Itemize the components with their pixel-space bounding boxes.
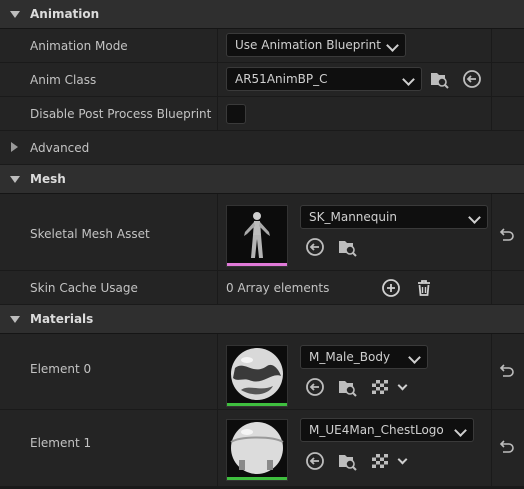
material-0-value: M_Male_Body [309,350,391,364]
asset-type-bar [227,403,287,406]
element-0-label: Element 0 [30,362,92,376]
anim-class-label: Anim Class [30,73,97,87]
browse-icon[interactable] [337,451,357,471]
use-selected-icon[interactable] [305,451,325,471]
use-selected-icon[interactable] [305,237,325,257]
checker-icon[interactable] [370,377,390,397]
disable-post-process-label: Disable Post Process Blueprint [30,107,212,121]
row-advanced[interactable]: Advanced [0,131,524,165]
section-materials-header[interactable]: Materials [0,305,524,334]
section-mesh-header[interactable]: Mesh [0,165,524,194]
use-selected-icon[interactable] [305,377,325,397]
disable-post-process-checkbox[interactable] [226,104,246,124]
browse-icon[interactable] [337,377,357,397]
expand-arrow-icon[interactable] [10,315,20,323]
advanced-label: Advanced [30,141,90,155]
skeletal-mesh-value: SK_Mannequin [309,210,397,224]
animation-mode-value: Use Animation Blueprint [235,38,381,52]
section-title: Mesh [30,172,66,186]
material-0-thumbnail[interactable] [226,345,288,407]
skin-cache-label: Skin Cache Usage [30,281,138,295]
section-title: Animation [30,7,100,21]
material-1-thumbnail[interactable] [226,419,288,481]
browse-icon[interactable] [337,237,357,257]
mannequin-thumbnail-icon [227,206,287,263]
skeletal-mesh-thumbnail[interactable] [226,205,288,267]
reset-arrow-icon[interactable] [498,228,514,244]
row-skeletal-mesh: Skeletal Mesh Asset SK_Mannequin [0,194,524,271]
reset-arrow-icon[interactable] [498,440,514,456]
section-animation-header[interactable]: Animation [0,0,524,29]
material-0-dropdown[interactable]: M_Male_Body [300,345,428,369]
asset-type-bar [227,263,287,266]
chevron-down-icon [408,351,421,364]
anim-class-dropdown[interactable]: AR51AnimBP_C [226,67,422,91]
chevron-down-icon [454,424,467,437]
chevron-down-icon[interactable] [397,454,408,465]
add-icon[interactable] [381,278,401,298]
row-animation-mode: Animation Mode Use Animation Blueprint [0,29,524,63]
skin-cache-count: 0 Array elements [226,281,330,295]
row-skin-cache: Skin Cache Usage 0 Array elements [0,271,524,305]
use-selected-icon[interactable] [462,69,482,89]
anim-class-value: AR51AnimBP_C [235,72,328,86]
animation-mode-dropdown[interactable]: Use Animation Blueprint [226,33,406,57]
chevron-down-icon [386,39,399,52]
expand-arrow-icon[interactable] [11,142,18,152]
section-title: Materials [30,312,94,326]
chevron-down-icon [468,211,481,224]
row-material-element-1: Element 1 M_UE4Man_ChestLogo [0,410,524,487]
animation-mode-label: Animation Mode [30,39,128,53]
material-1-dropdown[interactable]: M_UE4Man_ChestLogo [300,418,474,442]
browse-icon[interactable] [429,69,449,89]
trash-icon[interactable] [414,278,434,298]
material-1-value: M_UE4Man_ChestLogo [309,423,444,437]
row-material-element-0: Element 0 M_Male_Body [0,334,524,410]
row-disable-post-process: Disable Post Process Blueprint [0,97,524,131]
element-1-label: Element 1 [30,436,92,450]
reset-arrow-icon[interactable] [498,364,514,380]
expand-arrow-icon[interactable] [10,175,20,183]
skeletal-mesh-dropdown[interactable]: SK_Mannequin [300,205,488,229]
expand-arrow-icon[interactable] [10,10,20,18]
chevron-down-icon[interactable] [397,380,408,391]
chevron-down-icon [402,73,415,86]
asset-type-bar [227,477,287,480]
checker-icon[interactable] [370,451,390,471]
material-sphere-icon [227,346,287,403]
row-anim-class: Anim Class AR51AnimBP_C [0,63,524,97]
skeletal-mesh-label: Skeletal Mesh Asset [30,227,150,241]
material-sphere-icon [227,420,287,477]
